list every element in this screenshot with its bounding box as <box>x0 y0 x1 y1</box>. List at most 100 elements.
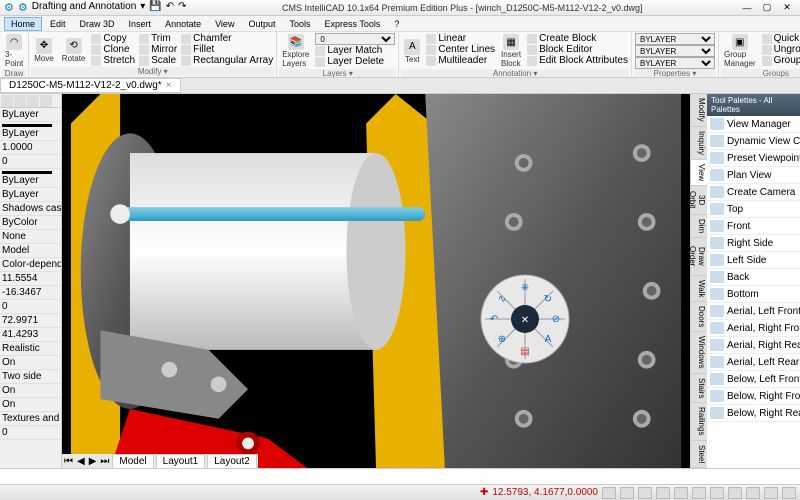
prop-row[interactable]: 0 <box>0 426 61 440</box>
block-editor-button[interactable]: Block Editor <box>526 44 629 55</box>
palette-item[interactable]: Below, Right Front <box>707 388 800 405</box>
palette-tab[interactable]: Railings <box>691 403 707 440</box>
group-edit-button[interactable]: Group Edit <box>761 55 800 66</box>
palette-tab[interactable]: Modify <box>691 94 707 127</box>
menu-insert[interactable]: Insert <box>123 18 158 30</box>
prop-row[interactable]: ByLayer <box>0 188 61 202</box>
3point-button[interactable]: ◠3-Point <box>2 33 26 69</box>
lwt-toggle[interactable] <box>710 487 724 499</box>
layout-next-icon[interactable]: ▶ <box>87 456 99 467</box>
minimize-button[interactable]: — <box>738 2 756 14</box>
stretch-button[interactable]: Stretch <box>90 55 136 66</box>
rotate-button[interactable]: ⟲Rotate <box>59 33 89 67</box>
create-block-button[interactable]: Create Block <box>526 33 629 44</box>
prop-row[interactable]: Textures and materials <box>0 412 61 426</box>
menu-help[interactable]: ? <box>388 18 405 30</box>
prop-row[interactable]: 72.9971 <box>0 314 61 328</box>
group-manager-button[interactable]: ▣Group Manager <box>721 33 759 69</box>
quick-group-button[interactable]: Quick Group <box>761 33 800 44</box>
tab-layout1[interactable]: Layout1 <box>156 454 206 469</box>
palette-item[interactable]: Dynamic View Control... <box>707 133 800 150</box>
array-button[interactable]: Rectangular Array <box>180 55 274 66</box>
palette-tab[interactable]: Draw Order <box>691 238 707 275</box>
palette-item[interactable]: Top <box>707 201 800 218</box>
text-button[interactable]: AText <box>401 33 423 69</box>
prop-row[interactable]: ByLayer <box>0 108 61 122</box>
dropdown-icon[interactable]: ▾ <box>140 1 145 14</box>
prop-row[interactable]: 0 <box>0 155 61 169</box>
polar-toggle[interactable] <box>656 487 670 499</box>
palette-item[interactable]: Aerial, Right Front <box>707 320 800 337</box>
props-tool-icon[interactable] <box>1 95 13 107</box>
settings-icon[interactable]: ⚙ <box>18 1 28 14</box>
undo-icon[interactable]: ↶ <box>166 1 174 14</box>
osnap-toggle[interactable] <box>674 487 688 499</box>
palette-tab[interactable]: Windows <box>691 332 707 373</box>
ungroup-button[interactable]: Ungroup <box>761 44 800 55</box>
palette-item[interactable]: Left Side <box>707 252 800 269</box>
palette-tab[interactable]: Doors <box>691 302 707 332</box>
otrack-toggle[interactable] <box>692 487 706 499</box>
ortho-toggle[interactable] <box>638 487 652 499</box>
palette-item[interactable]: Aerial, Right Rear <box>707 337 800 354</box>
prop-row[interactable]: 1.0000 <box>0 141 61 155</box>
menu-express[interactable]: Express Tools <box>319 18 387 30</box>
redo-icon[interactable]: ↷ <box>178 1 186 14</box>
palette-tab[interactable]: Walk <box>691 276 707 302</box>
centerlines-button[interactable]: Center Lines <box>425 44 496 55</box>
layout-last-icon[interactable]: ⏭ <box>98 456 111 467</box>
close-button[interactable]: ✕ <box>778 2 796 14</box>
linetype-select[interactable]: BYLAYER <box>635 45 715 57</box>
prop-row[interactable]: 0 <box>0 300 61 314</box>
workspace-selector[interactable]: Drafting and Annotation <box>32 1 137 14</box>
palette-item[interactable]: Preset Viewpoints... <box>707 150 800 167</box>
layer-match-button[interactable]: Layer Match <box>314 45 396 56</box>
radial-menu[interactable]: ✕ ⎈ ↻ ⊘ A ▤ ⊕ ↶ ∿ <box>480 274 570 364</box>
menu-tools[interactable]: Tools <box>283 18 316 30</box>
multileader-button[interactable]: Multileader <box>425 55 496 66</box>
move-button[interactable]: ✥Move <box>31 33 57 67</box>
viewport-3d[interactable]: ✕ ⎈ ↻ ⊘ A ▤ ⊕ ↶ ∿ ⏮ ◀ ▶ ⏭ Model Layout1 … <box>62 94 690 468</box>
document-tab[interactable]: D1250C-M5-M112-V12-2_v0.dwg*× <box>0 78 181 93</box>
mirror-button[interactable]: Mirror <box>138 44 178 55</box>
grid-toggle[interactable] <box>620 487 634 499</box>
prop-row[interactable]: -16.3467 <box>0 286 61 300</box>
palette-tab[interactable]: Stairs <box>691 374 707 403</box>
scale-button[interactable]: Scale <box>138 55 178 66</box>
menu-output[interactable]: Output <box>242 18 281 30</box>
prop-row[interactable]: Shadows cast and r <box>0 202 61 216</box>
tab-layout2[interactable]: Layout2 <box>207 454 257 469</box>
status-extra-2[interactable] <box>764 487 778 499</box>
menu-edit[interactable]: Edit <box>44 18 72 30</box>
chamfer-button[interactable]: Chamfer <box>180 33 274 44</box>
palette-item[interactable]: Below, Left Front <box>707 371 800 388</box>
lineweight-select[interactable]: BYLAYER <box>635 57 715 69</box>
menu-view[interactable]: View <box>209 18 240 30</box>
color-select[interactable]: BYLAYER <box>635 33 715 45</box>
prop-row[interactable]: Model <box>0 244 61 258</box>
palette-tab[interactable]: View <box>691 160 707 186</box>
palette-tab[interactable]: Dim <box>691 215 707 238</box>
prop-row[interactable]: On <box>0 384 61 398</box>
menu-home[interactable]: Home <box>4 17 42 31</box>
clone-button[interactable]: Clone <box>90 44 136 55</box>
status-extra-3[interactable] <box>782 487 796 499</box>
tab-model[interactable]: Model <box>112 454 153 469</box>
prop-row[interactable]: ByColor <box>0 216 61 230</box>
layer-delete-button[interactable]: Layer Delete <box>314 56 396 67</box>
edit-block-attr-button[interactable]: Edit Block Attributes <box>526 55 629 66</box>
model-toggle[interactable] <box>728 487 742 499</box>
snap-toggle[interactable] <box>602 487 616 499</box>
prop-row[interactable]: ByLayer <box>0 169 61 188</box>
insert-block-button[interactable]: ▦Insert Block <box>498 33 524 69</box>
menu-draw3d[interactable]: Draw 3D <box>74 18 121 30</box>
command-line[interactable] <box>0 468 800 484</box>
layer-select[interactable]: 0 <box>315 33 395 45</box>
palette-item[interactable]: Bottom <box>707 286 800 303</box>
copy-button[interactable]: Copy <box>90 33 136 44</box>
menu-annotate[interactable]: Annotate <box>159 18 207 30</box>
prop-row[interactable]: Color-dependent prin <box>0 258 61 272</box>
palette-item[interactable]: Create Camera <box>707 184 800 201</box>
status-extra-1[interactable] <box>746 487 760 499</box>
palette-item[interactable]: Front <box>707 218 800 235</box>
